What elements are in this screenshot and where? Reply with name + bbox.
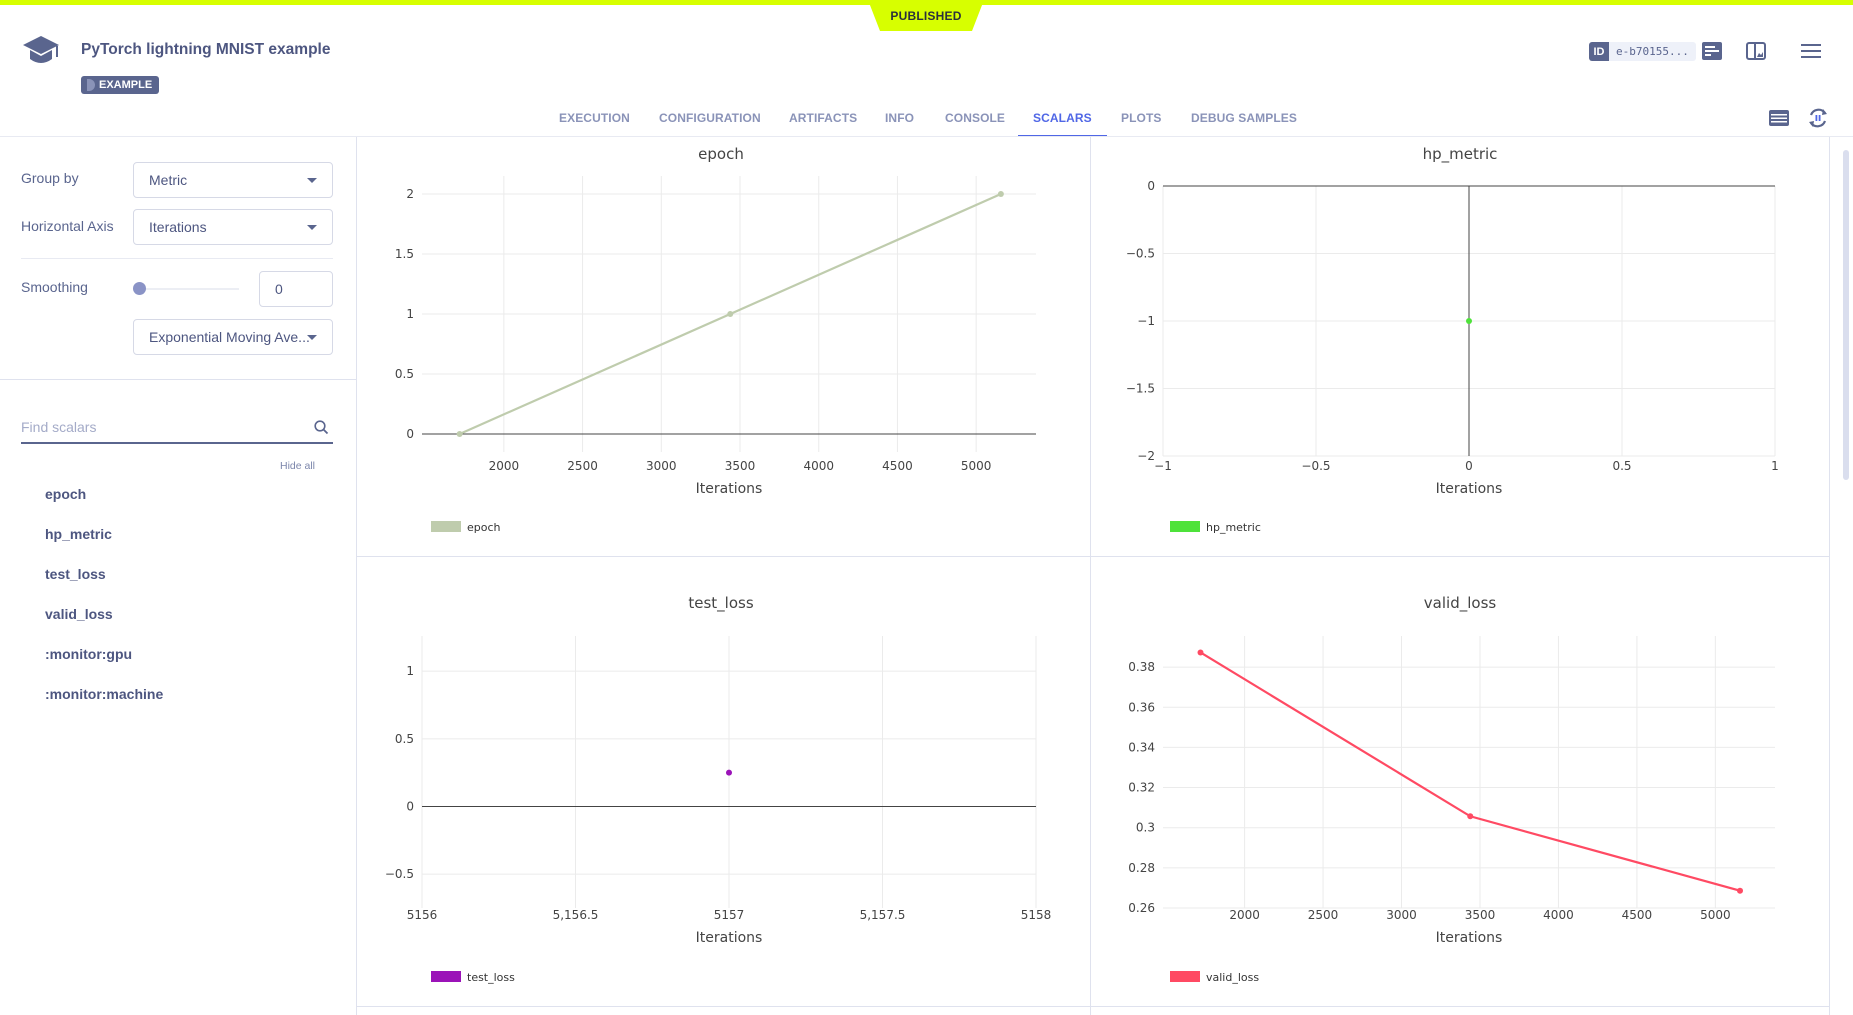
y-tick-label: 0.36 (1128, 700, 1155, 714)
y-tick-label: 0.28 (1128, 861, 1155, 875)
y-tick-label: 0.38 (1128, 660, 1155, 674)
data-point-valid_loss (1467, 813, 1474, 820)
data-point-valid_loss (1197, 649, 1204, 656)
x-tick-label: 3000 (1386, 908, 1417, 922)
chart-valid-loss: valid_loss 2000 2500 3000 3500 4000 4500 5000 0.… (1128, 594, 1775, 984)
x-axis-label: Iterations (1436, 930, 1503, 946)
x-tick-label: 3500 (1465, 908, 1496, 922)
x-tick-label: 2000 (1229, 908, 1260, 922)
legend-swatch (1170, 971, 1200, 982)
y-tick-label: 0.3 (1136, 821, 1155, 835)
y-tick-label: 0.34 (1128, 740, 1155, 754)
data-point-valid_loss (1737, 887, 1744, 894)
x-tick-label: 2500 (1308, 908, 1339, 922)
x-tick-label: 5000 (1700, 908, 1731, 922)
x-tick-label: 4500 (1622, 908, 1653, 922)
legend-label: valid_loss (1206, 971, 1259, 984)
x-tick-label: 4000 (1543, 908, 1574, 922)
y-tick-label: 0.26 (1128, 901, 1155, 915)
chart-title: valid_loss (1424, 594, 1497, 613)
series-line-valid_loss (1199, 651, 1741, 892)
y-tick-label: 0.32 (1128, 781, 1155, 795)
